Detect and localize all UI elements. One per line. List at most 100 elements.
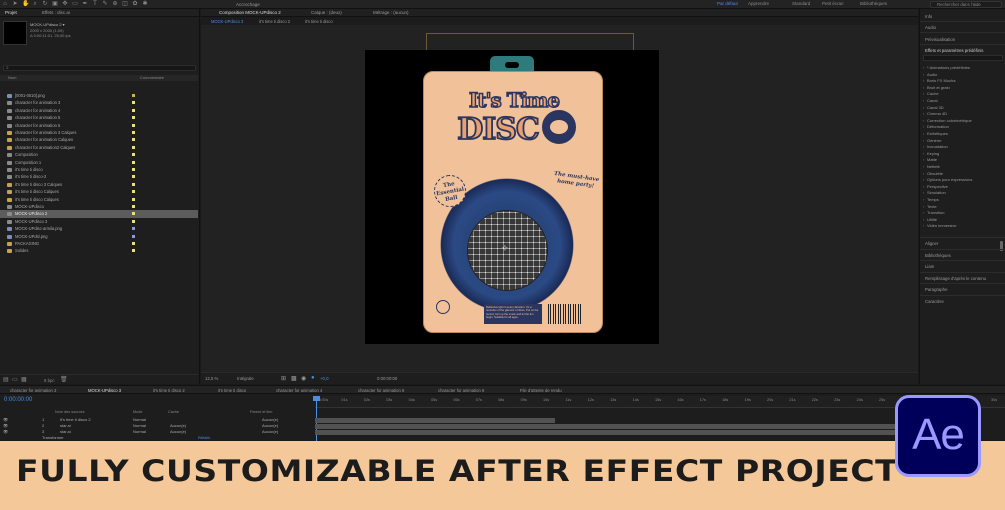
label-color-swatch[interactable] [132,197,135,201]
project-list-item[interactable]: it's time ti disco Calques [0,196,198,203]
timeline-tab[interactable]: it's time ti disco 2 [153,388,185,393]
effect-category-item[interactable]: › Keying [923,151,939,156]
label-color-swatch[interactable] [132,234,135,238]
workspace-default[interactable]: Par défaut [717,1,738,6]
project-list-item[interactable]: character for animation 5 [0,114,198,121]
help-search-input[interactable]: Rechercher dans l'aide [930,1,1002,8]
interpret-footage-icon[interactable]: ▤ [3,376,9,383]
project-list-item[interactable]: character for animation 4 [0,107,198,114]
blister-card[interactable]: It's Time DISC ⊹ The Essential Ball The … [423,71,603,333]
effect-category-item[interactable]: › Perspective [923,184,948,189]
project-search-input[interactable]: ⌕ [3,65,196,71]
panel-section-label[interactable]: Remplissage d'après le contenu [925,276,986,281]
project-list-item[interactable]: character for animation 6 [0,122,198,129]
workspace-libraries[interactable]: Bibliothèques [860,1,887,6]
workspace-small-screen[interactable]: Petit écran [822,1,844,6]
zoom-tool-icon[interactable]: ⌕ [32,1,38,7]
label-color-swatch[interactable] [132,168,135,171]
layer-duration-bar[interactable] [315,423,895,429]
anchor-tool-icon[interactable]: ✥ [62,1,68,7]
effect-category-item[interactable]: › Canal 3D [923,105,944,110]
timeline-timecode[interactable]: 0:00:00:00 [4,397,32,403]
label-color-swatch[interactable] [132,138,135,142]
project-list-item[interactable]: Composition 1 [0,159,198,166]
camera-snapshot-icon[interactable]: ◉ [301,375,306,382]
new-composition-icon[interactable]: ▦ [21,376,27,383]
puppet-tool-icon[interactable]: ✱ [142,1,148,7]
timeline-tab[interactable]: File d'attente de rendu [520,388,562,393]
effect-category-item[interactable]: › Texte [923,204,937,209]
selection-tool-icon[interactable]: ➤ [12,1,18,7]
resolution-select[interactable]: Intégrale [237,376,254,381]
effect-category-item[interactable]: › Canal [923,98,937,103]
effect-category-item[interactable]: › Transition [923,210,944,215]
selected-item-name[interactable]: MOCK-UPdisco 2 ▾ [30,22,65,27]
label-color-swatch[interactable] [132,116,135,120]
bit-depth-label[interactable]: 8 bpc [44,378,55,383]
channel-icon[interactable]: ● [311,375,315,381]
label-color-swatch[interactable] [132,175,135,179]
label-color-swatch[interactable] [132,153,135,157]
tab-footage[interactable]: Métrage : (aucun) [373,10,409,15]
effect-category-item[interactable]: › Correction colorimétrique [923,118,972,123]
project-list-item[interactable]: it's time ti disco [0,166,198,173]
eraser-tool-icon[interactable]: ◫ [122,1,128,7]
anchor-point-icon[interactable]: ⊹ [502,244,508,252]
effect-category-item[interactable]: › Cache [923,91,939,96]
zoom-level[interactable]: 12,5 % [205,376,218,381]
transparency-icon[interactable]: ▩ [291,375,297,382]
panel-section-label[interactable]: Caractère [925,299,944,304]
project-list-item[interactable]: [0001-0010].png [0,92,198,99]
workspace-standard[interactable]: Standard [792,1,810,6]
label-color-swatch[interactable] [132,123,135,127]
project-list-item[interactable]: MOCK-UPdisc-armila.png [0,225,198,232]
layer-duration-bar[interactable] [315,429,895,435]
camera-tool-icon[interactable]: ▣ [52,1,58,7]
project-list-item[interactable]: PACKAGING [0,240,198,247]
project-list-item[interactable]: character for animation 3 Calques [0,129,198,136]
panel-section-label[interactable]: Bibliothèques [925,253,951,258]
layer-duration-bar[interactable] [315,417,555,423]
column-comment[interactable]: Commentaire [140,75,164,81]
label-color-swatch[interactable] [132,219,135,223]
project-list-item[interactable]: character for animation2 Calques [0,144,198,151]
tab-effects[interactable]: Effets : disc.ai [42,10,70,15]
panel-section-label[interactable]: Liam [925,264,934,269]
effect-category-item[interactable]: › Cinema 4D [923,111,947,116]
effect-category-item[interactable]: › Déformation [923,124,949,129]
text-tool-icon[interactable]: T [92,1,98,7]
effect-category-item[interactable]: › Générer [923,138,942,143]
effect-category-item[interactable]: › Simulation [923,190,946,195]
new-folder-icon[interactable]: ▭ [12,376,18,383]
roto-tool-icon[interactable]: ✿ [132,1,138,7]
column-source-name[interactable]: Nom des sources [55,410,85,414]
hand-tool-icon[interactable]: ✋ [22,1,29,7]
label-color-swatch[interactable] [132,205,135,208]
breadcrumb-item[interactable]: MOCK-UPdisco 3 [211,19,243,24]
tab-layer[interactable]: Calque : (deux) [311,10,342,15]
timeline-tab[interactable]: character for animation 3 [10,388,56,393]
grid-icon[interactable]: ⊞ [281,375,286,382]
composition-viewer[interactable]: It's Time DISC ⊹ The Essential Ball The … [201,25,918,372]
effect-category-item[interactable]: › Bruit et grain [923,85,950,90]
viewer-timecode[interactable]: 0:00:00:00 [377,376,397,381]
panel-section-label[interactable]: Aligner [925,241,938,246]
breadcrumb-item[interactable]: it's time ti disco [305,19,333,24]
panel-audio[interactable]: Audio [925,25,936,30]
brush-tool-icon[interactable]: ✎ [102,1,108,7]
label-color-swatch[interactable] [132,131,135,134]
project-list-item[interactable]: MOCK-UPdisco 3 [0,218,198,225]
effect-category-item[interactable]: › Vidéo immersive [923,223,957,228]
project-list-item[interactable]: it's time ti disco 3 Calques [0,181,198,188]
project-list-item[interactable]: it's time ti disco Calques [0,188,198,195]
column-name[interactable]: Nom [8,75,16,81]
rotate-tool-icon[interactable]: ↻ [42,1,48,7]
effect-category-item[interactable]: › Temps [923,197,939,202]
effect-category-item[interactable]: › Matte [923,157,937,162]
breadcrumb-item[interactable]: it's time ti disco 2 [259,19,290,24]
project-list-item[interactable]: character for animation Calques [0,136,198,143]
label-color-swatch[interactable] [132,227,135,231]
home-icon[interactable]: ⌂ [2,1,8,7]
project-list-item[interactable]: MOCK-UPdisco [0,203,198,210]
label-color-swatch[interactable] [132,249,135,253]
